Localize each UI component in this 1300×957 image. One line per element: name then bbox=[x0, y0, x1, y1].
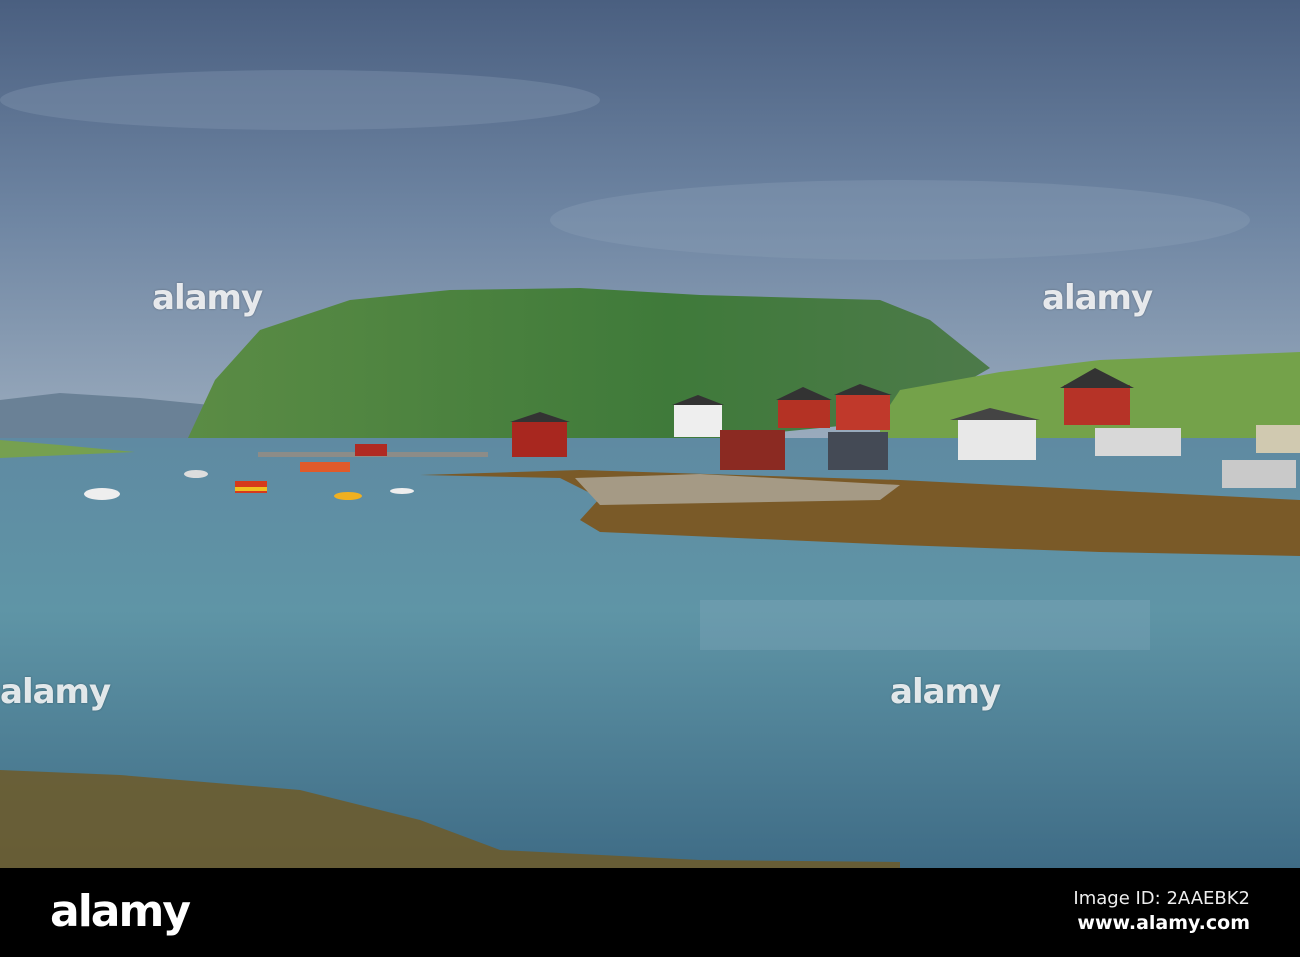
watermark: alamy bbox=[890, 672, 1001, 712]
alamy-logo: alamy bbox=[50, 886, 191, 937]
image-id: Image ID: 2AAEBK2 bbox=[1073, 888, 1250, 909]
site-url: www.alamy.com bbox=[1077, 912, 1250, 934]
footer-bar: alamy Image ID: 2AAEBK2 www.alamy.com bbox=[0, 868, 1300, 957]
stock-photo-page: alamy alamy alamy alamy alamy Image ID: … bbox=[0, 0, 1300, 957]
watermark: alamy bbox=[152, 278, 263, 318]
photo-fishing-village bbox=[0, 0, 1300, 868]
watermark: alamy bbox=[0, 672, 111, 712]
water-sparkle bbox=[700, 600, 1150, 650]
watermark: alamy bbox=[1042, 278, 1153, 318]
